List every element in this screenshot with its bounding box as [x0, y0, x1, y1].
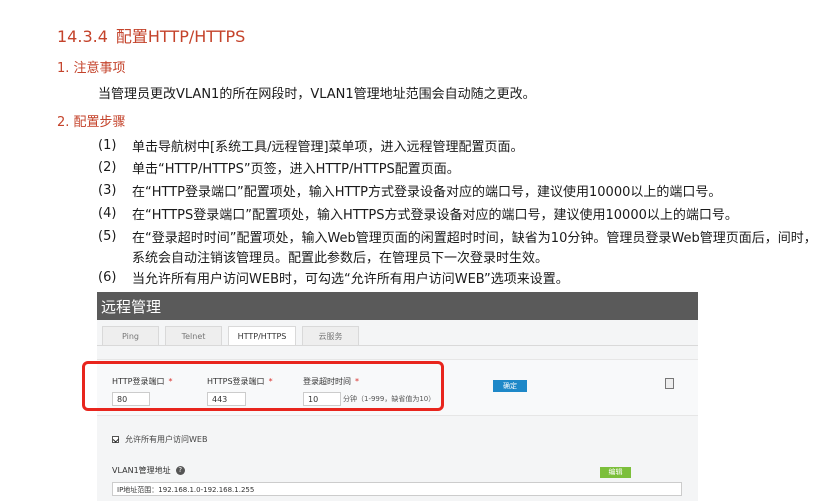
step-number: (5) [98, 229, 117, 244]
step-number: (3) [98, 183, 117, 198]
step-item: (5) 在“登录超时时间”配置项处，输入Web管理页面的闲置超时时间，缺省为10… [98, 229, 817, 269]
tab-cloud-service[interactable]: 云服务 [302, 326, 359, 346]
tab-bar: Ping Telnet HTTP/HTTPS 云服务 [102, 326, 365, 352]
screenshot-title: 远程管理 [97, 292, 698, 320]
step-item: (4) 在“HTTPS登录端口”配置项处，输入HTTPS方式登录设备对应的端口号… [98, 206, 817, 226]
step-number: (4) [98, 206, 117, 221]
help-icon[interactable]: ? [175, 466, 185, 475]
section-title-text: 配置HTTP/HTTPS [115, 27, 246, 46]
vlan1-label: VLAN1管理地址 [112, 466, 171, 475]
tab-http-https[interactable]: HTTP/HTTPS [228, 326, 296, 346]
notes-text: 当管理员更改VLAN1的所在网段时，VLAN1管理地址范围会自动随之更改。 [98, 87, 536, 102]
step-text: 在“HTTP登录端口”配置项处，输入HTTP方式登录设备对应的端口号，建议使用1… [132, 185, 722, 200]
step-text: 单击导航树中[系统工具/远程管理]菜单项，进入远程管理配置页面。 [132, 140, 524, 155]
edit-button[interactable]: 编辑 [600, 467, 631, 478]
steps-heading: 2. 配置步骤 [57, 115, 126, 130]
vlan1-label-row: VLAN1管理地址 ? [112, 465, 185, 476]
step-item: (1) 单击导航树中[系统工具/远程管理]菜单项，进入远程管理配置页面。 [98, 138, 817, 158]
step-item: (6) 当允许所有用户访问WEB时，可勾选“允许所有用户访问WEB”选项来设置。 [98, 270, 817, 290]
allow-all-web-checkbox[interactable] [112, 436, 119, 443]
step-item: (3) 在“HTTP登录端口”配置项处，输入HTTP方式登录设备对应的端口号，建… [98, 183, 817, 203]
step-number: (6) [98, 270, 117, 285]
tab-divider [97, 345, 698, 346]
step-text: 在“登录超时时间”配置项处，输入Web管理页面的闲置超时时间，缺省为10分钟。管… [132, 231, 817, 266]
step-text: 在“HTTPS登录端口”配置项处，输入HTTPS方式登录设备对应的端口号，建议使… [132, 208, 738, 223]
tab-ping[interactable]: Ping [102, 326, 159, 346]
step-text: 单击“HTTP/HTTPS”页签，进入HTTP/HTTPS配置页面。 [132, 162, 460, 177]
notes-heading: 1. 注意事项 [57, 61, 126, 76]
allow-all-web-label: 允许所有用户访问WEB [125, 435, 208, 444]
section-number: 14.3.4 [57, 27, 108, 46]
vlan1-range-field: IP地址范围：192.168.1.0-192.168.1.255 [112, 482, 682, 496]
section-title: 14.3.4 配置HTTP/HTTPS [57, 23, 245, 47]
document-icon[interactable] [665, 378, 674, 389]
highlight-box [82, 361, 444, 411]
step-text: 当允许所有用户访问WEB时，可勾选“允许所有用户访问WEB”选项来设置。 [132, 272, 569, 287]
step-number: (1) [98, 138, 117, 153]
allow-all-web-row: 允许所有用户访问WEB [112, 434, 207, 445]
step-item: (2) 单击“HTTP/HTTPS”页签，进入HTTP/HTTPS配置页面。 [98, 160, 817, 180]
tab-telnet[interactable]: Telnet [165, 326, 222, 346]
confirm-button[interactable]: 确定 [493, 380, 527, 392]
step-number: (2) [98, 160, 117, 175]
